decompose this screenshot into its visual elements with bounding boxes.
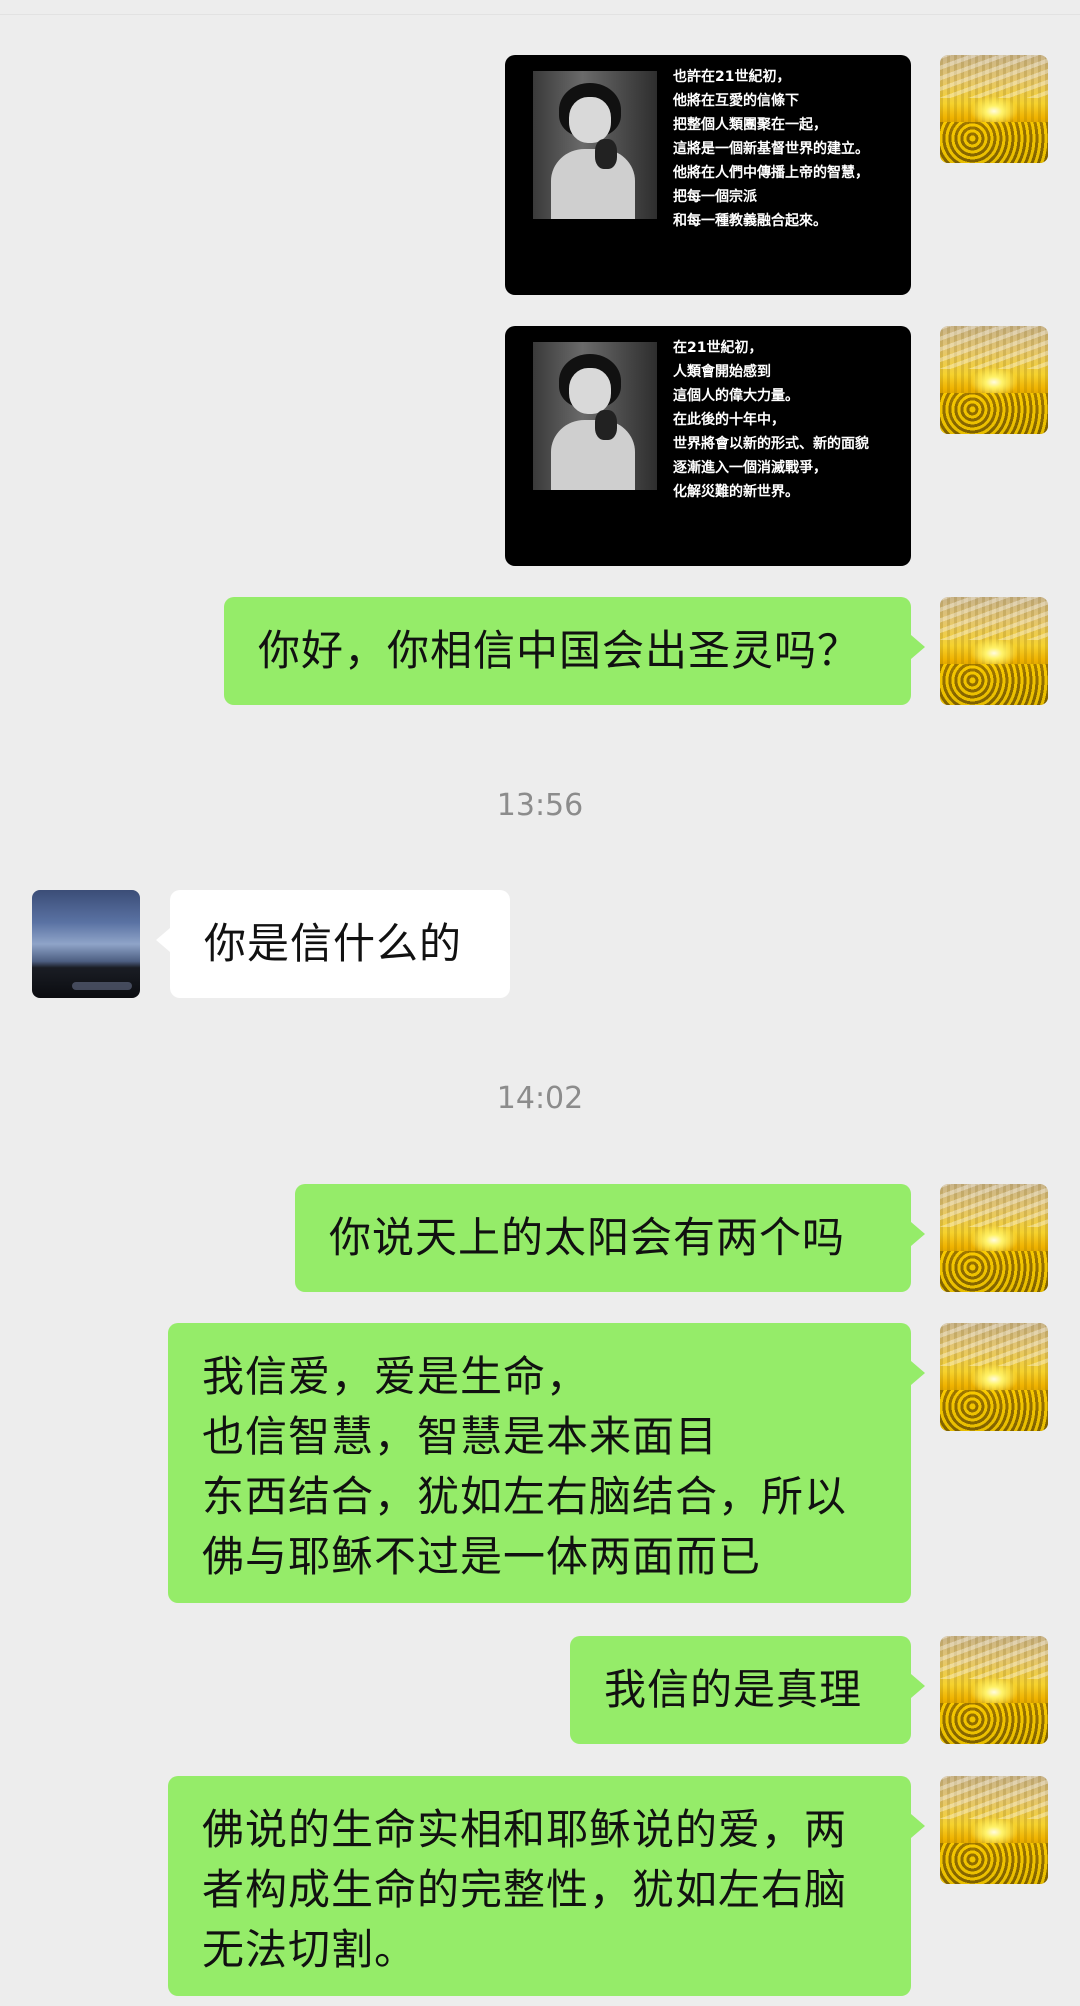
image-message[interactable]: 也許在21世紀初， 他將在互愛的信條下 把整個人類團聚在一起， 這將是一個新基督…: [505, 55, 911, 295]
my-avatar[interactable]: [940, 1184, 1048, 1292]
chat-area: 也許在21世紀初， 他將在互愛的信條下 把整個人類團聚在一起， 這將是一個新基督…: [0, 0, 1080, 2006]
contact-avatar[interactable]: [32, 890, 140, 998]
timestamp: 13:56: [496, 788, 584, 823]
my-avatar[interactable]: [940, 55, 1048, 163]
sent-message[interactable]: 你好，你相信中国会出圣灵吗？: [224, 597, 925, 705]
portrait-photo: [533, 71, 657, 219]
sent-message[interactable]: 我信的是真理: [570, 1636, 925, 1744]
sent-message[interactable]: 你说天上的太阳会有两个吗: [295, 1184, 925, 1292]
sent-message[interactable]: 我信爱，爱是生命， 也信智慧，智慧是本来面目 东西结合，犹如左右脑结合，所以 佛…: [168, 1323, 925, 1603]
my-avatar[interactable]: [940, 326, 1048, 434]
divider: [0, 14, 1080, 15]
image-caption: 在21世紀初， 人類會開始感到 這個人的偉大力量。 在此後的十年中， 世界將會以…: [673, 340, 869, 500]
my-avatar[interactable]: [940, 1636, 1048, 1744]
timestamp: 14:02: [496, 1081, 584, 1116]
portrait-photo: [533, 342, 657, 490]
sent-message[interactable]: 佛说的生命实相和耶稣说的爱，两 者构成生命的完整性，犹如左右脑 无法切割。: [168, 1776, 925, 1996]
my-avatar[interactable]: [940, 597, 1048, 705]
image-caption: 也許在21世紀初， 他將在互愛的信條下 把整個人類團聚在一起， 這將是一個新基督…: [673, 69, 869, 229]
my-avatar[interactable]: [940, 1776, 1048, 1884]
received-message[interactable]: 你是信什么的: [156, 890, 510, 998]
my-avatar[interactable]: [940, 1323, 1048, 1431]
image-message[interactable]: 在21世紀初， 人類會開始感到 這個人的偉大力量。 在此後的十年中， 世界將會以…: [505, 326, 911, 566]
